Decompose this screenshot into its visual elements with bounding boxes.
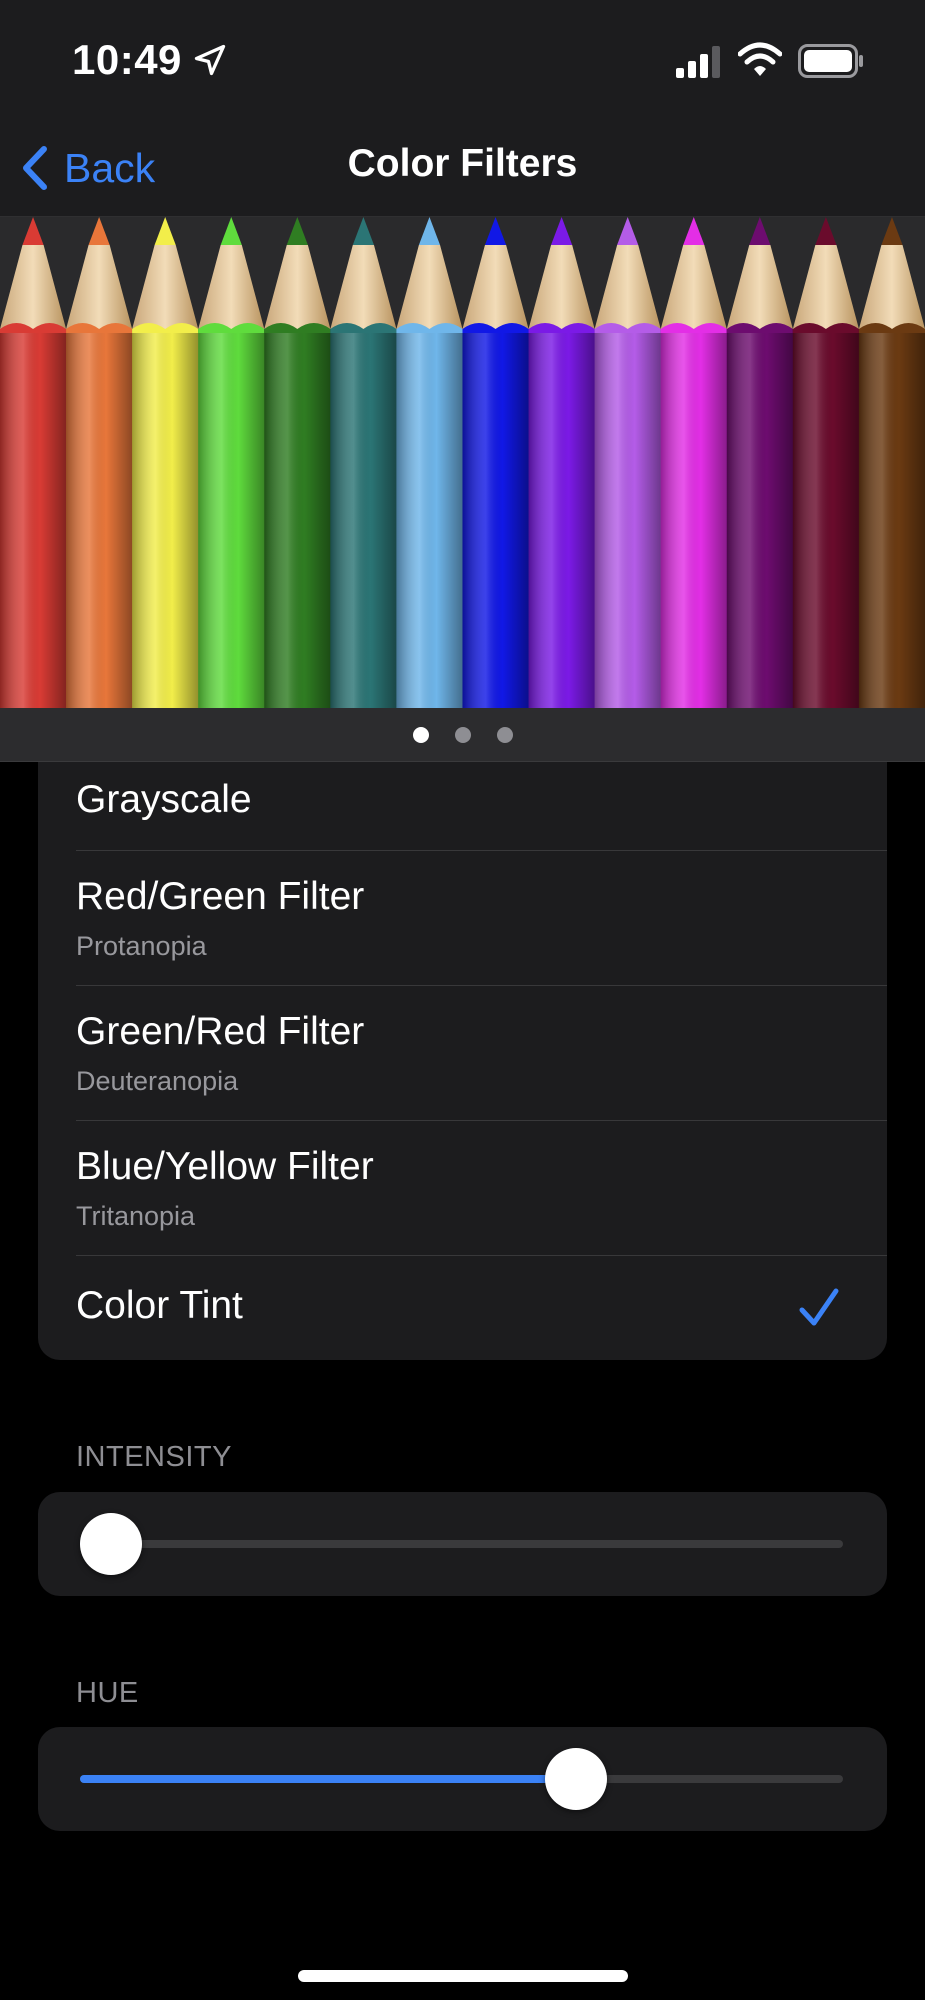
location-arrow-icon — [194, 44, 226, 76]
filter-option-green-red[interactable]: Green/Red Filter Deuteranopia — [38, 986, 887, 1121]
home-indicator — [298, 1970, 628, 1982]
filter-option-title: Green/Red Filter — [76, 1010, 365, 1053]
filter-option-title: Red/Green Filter — [76, 875, 365, 918]
page-dot-3[interactable] — [497, 727, 513, 743]
pencil — [726, 217, 794, 708]
filter-option-title: Grayscale — [76, 778, 252, 821]
pencil — [660, 217, 728, 708]
filter-option-title: Color Tint — [76, 1284, 243, 1327]
hue-slider-fill — [80, 1775, 576, 1783]
filter-option-grayscale[interactable]: Grayscale — [38, 762, 887, 851]
pencil — [792, 217, 860, 708]
filter-option-blue-yellow[interactable]: Blue/Yellow Filter Tritanopia — [38, 1121, 887, 1256]
pencil — [264, 217, 331, 708]
intensity-slider-track[interactable] — [80, 1540, 843, 1548]
filter-option-title: Blue/Yellow Filter — [76, 1145, 374, 1188]
pencils-image — [0, 217, 925, 708]
pencil — [132, 217, 199, 708]
hue-slider-thumb[interactable] — [544, 1748, 607, 1810]
filter-option-red-green[interactable]: Red/Green Filter Protanopia — [38, 851, 887, 986]
pencil — [198, 217, 265, 708]
status-bar: 10:49 — [0, 0, 925, 120]
hue-section-label: HUE — [76, 1677, 139, 1709]
pencil — [858, 217, 925, 708]
status-time: 10:49 — [72, 36, 182, 83]
filter-option-subtitle: Tritanopia — [76, 1201, 196, 1231]
filter-options-list: Grayscale Red/Green Filter Protanopia Gr… — [38, 762, 887, 1360]
pencil — [462, 217, 530, 708]
navigation-bar: Back Color Filters — [0, 120, 925, 217]
checkmark-icon — [799, 1288, 839, 1326]
battery-icon — [798, 44, 863, 78]
filter-option-subtitle: Protanopia — [76, 931, 207, 961]
page-dot-1[interactable] — [413, 727, 429, 743]
pencil — [330, 217, 397, 708]
wifi-icon — [738, 42, 782, 76]
page-dot-2[interactable] — [455, 727, 471, 743]
pencil — [66, 217, 133, 708]
filter-option-subtitle: Deuteranopia — [76, 1066, 239, 1096]
hue-slider-track[interactable] — [80, 1775, 843, 1783]
pencil — [0, 217, 67, 708]
hue-slider-card — [38, 1727, 887, 1831]
pencil — [594, 217, 662, 708]
pencil — [396, 217, 463, 708]
page-indicator[interactable] — [0, 708, 925, 762]
cellular-signal-icon — [676, 46, 720, 78]
page-title: Color Filters — [347, 142, 578, 185]
intensity-slider-thumb[interactable] — [79, 1513, 142, 1575]
intensity-slider-card — [38, 1492, 887, 1596]
filter-option-color-tint[interactable]: Color Tint — [38, 1256, 887, 1360]
pencil — [528, 217, 596, 708]
intensity-section-label: INTENSITY — [76, 1441, 232, 1473]
color-filter-preview[interactable] — [0, 217, 925, 708]
